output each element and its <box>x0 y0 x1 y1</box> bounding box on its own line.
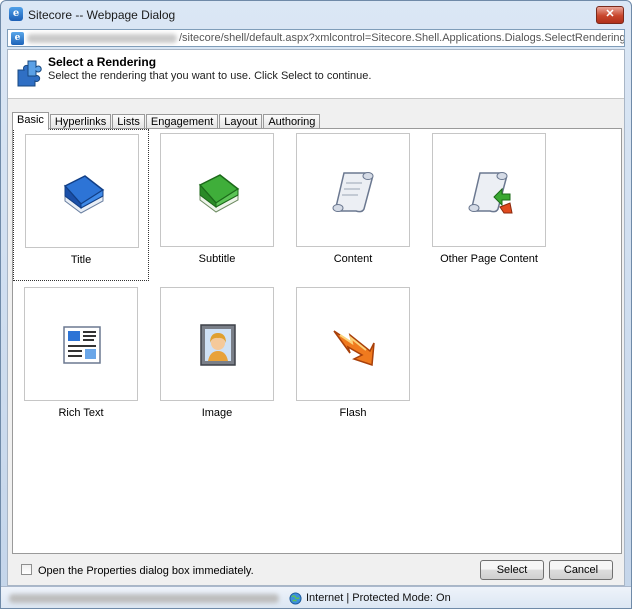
rendering-content[interactable]: Content <box>285 129 421 281</box>
renderings-panel: Title Subtitle Content Other Page Conten… <box>12 128 622 554</box>
rendering-label: Content <box>333 253 373 265</box>
rendering-thumbnail <box>24 287 138 401</box>
security-zone-text: Internet | Protected Mode: On <box>306 592 451 604</box>
rendering-image[interactable]: Image <box>149 283 285 435</box>
rendering-label: Image <box>201 407 233 419</box>
window-title: Sitecore -- Webpage Dialog <box>28 8 176 22</box>
url-text: /sitecore/shell/default.aspx?xmlcontrol=… <box>179 32 625 44</box>
title-bar: e Sitecore -- Webpage Dialog ✕ <box>1 1 631 29</box>
rendering-thumbnail <box>432 133 546 247</box>
rich-text-document-icon <box>63 326 101 364</box>
rendering-subtitle[interactable]: Subtitle <box>149 129 285 281</box>
tab-authoring[interactable]: Authoring <box>263 114 321 129</box>
blue-book-icon <box>63 175 105 214</box>
globe-icon <box>289 591 302 605</box>
rendering-label: Rich Text <box>58 407 104 419</box>
tab-hyperlinks[interactable]: Hyperlinks <box>49 114 112 129</box>
open-properties-checkbox[interactable] <box>21 564 32 575</box>
tab-engagement[interactable]: Engagement <box>145 114 219 129</box>
tab-strip: Basic Hyperlinks Lists Engagement Layout… <box>12 112 321 130</box>
status-bar: Internet | Protected Mode: On <box>1 586 631 608</box>
scroll-icon <box>332 172 374 213</box>
dialog-footer: Open the Properties dialog box immediate… <box>8 554 624 585</box>
rendering-flash[interactable]: Flash <box>285 283 421 435</box>
rendering-thumbnail <box>296 287 410 401</box>
rendering-thumbnail <box>160 133 274 247</box>
rendering-label: Other Page Content <box>440 253 538 265</box>
dialog-window: e Sitecore -- Webpage Dialog ✕ e /siteco… <box>0 0 632 609</box>
close-button[interactable]: ✕ <box>596 6 624 24</box>
header-title: Select a Rendering <box>48 55 157 69</box>
header-description: Select the rendering that you want to us… <box>48 70 372 82</box>
ie-logo-icon: e <box>9 7 23 21</box>
lightning-bolt-icon <box>333 330 375 367</box>
open-properties-label: Open the Properties dialog box immediate… <box>38 565 254 577</box>
tab-layout[interactable]: Layout <box>219 114 263 129</box>
scroll-arrow-icon <box>468 172 513 214</box>
redacted-status-url <box>9 593 279 603</box>
rendering-thumbnail <box>296 133 410 247</box>
dialog-header: Select a Rendering Select the rendering … <box>8 50 624 99</box>
tab-lists[interactable]: Lists <box>112 114 145 129</box>
rendering-other-page-content[interactable]: Other Page Content <box>421 129 557 281</box>
select-button[interactable]: Select <box>480 560 544 580</box>
address-bar: e /sitecore/shell/default.aspx?xmlcontro… <box>7 29 625 47</box>
rendering-title[interactable]: Title <box>13 129 149 281</box>
rendering-label: Title <box>70 254 92 266</box>
green-book-icon <box>198 174 240 213</box>
tab-basic[interactable]: Basic <box>12 112 49 130</box>
portrait-icon <box>200 324 236 366</box>
cancel-button[interactable]: Cancel <box>549 560 613 580</box>
page-icon: e <box>11 31 24 45</box>
rendering-rich-text[interactable]: Rich Text <box>13 283 149 435</box>
redacted-url-host <box>27 33 177 43</box>
rendering-thumbnail <box>160 287 274 401</box>
rendering-thumbnail <box>25 134 139 248</box>
dialog-body: Select a Rendering Select the rendering … <box>7 49 625 586</box>
rendering-label: Subtitle <box>198 253 236 265</box>
rendering-label: Flash <box>339 407 367 419</box>
puzzle-piece-icon <box>17 60 42 87</box>
